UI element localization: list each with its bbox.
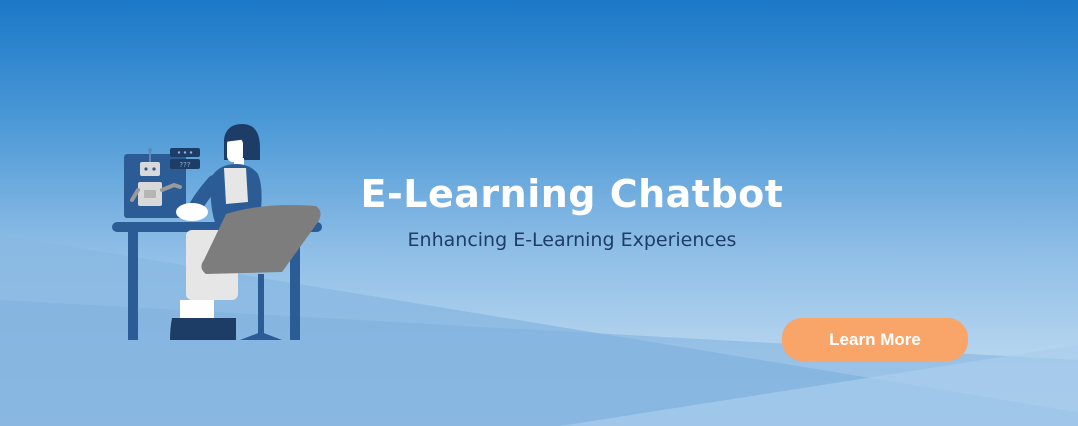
banner-title: E-Learning Chatbot <box>360 172 784 216</box>
banner-subtitle: Enhancing E-Learning Experiences <box>407 229 737 251</box>
learn-more-button[interactable]: Learn More <box>782 318 968 361</box>
hero-banner: ??? E-Learning Chatbot Enhancing E-Learn… <box>0 0 1078 426</box>
monitor-question-marks: ??? <box>179 161 190 169</box>
